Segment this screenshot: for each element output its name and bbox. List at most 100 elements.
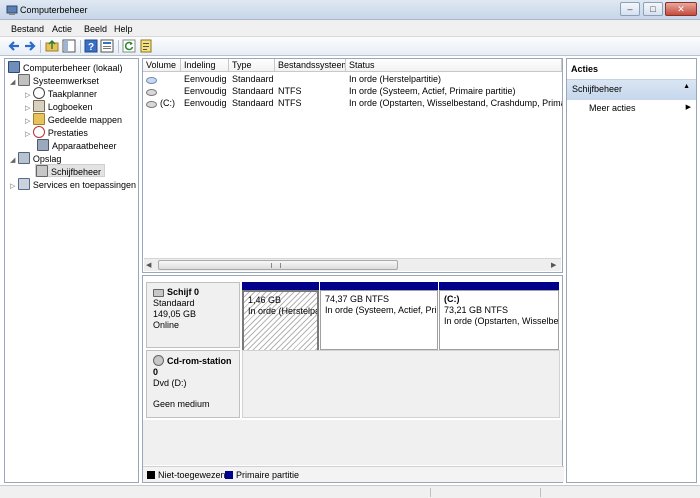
actions-pane: Acties Schijfbeheer ▲ Meer acties ▶ xyxy=(566,58,697,483)
storage-icon xyxy=(17,152,30,164)
tree-item-services[interactable]: ▷ Services en toepassingen xyxy=(10,178,136,191)
properties-icon[interactable] xyxy=(100,39,114,53)
refresh-icon[interactable] xyxy=(122,39,136,53)
expand-arrow-icon[interactable]: ▷ xyxy=(25,92,30,99)
table-row[interactable]: (C:) Eenvoudig Standaard NTFS In orde (O… xyxy=(143,97,562,109)
back-icon[interactable] xyxy=(7,39,21,53)
window-title: Computerbeheer xyxy=(20,5,88,15)
event-log-icon xyxy=(32,100,45,112)
tree-item-logboeken[interactable]: ▷ Logboeken xyxy=(25,100,92,113)
menu-bar: Bestand Actie Beeld Help xyxy=(0,20,700,37)
cdrom-0-info[interactable]: Cd-rom-station 0 Dvd (D:) Geen medium xyxy=(146,350,240,418)
volume-icon xyxy=(146,89,157,96)
column-header-indeling[interactable]: Indeling xyxy=(181,59,229,72)
legend-item-unallocated: Niet-toegewezen xyxy=(147,470,226,480)
svg-text:?: ? xyxy=(88,42,94,53)
grip-icon xyxy=(271,263,281,268)
volume-icon xyxy=(146,101,157,108)
clock-icon xyxy=(32,87,45,99)
up-folder-icon[interactable] xyxy=(45,39,59,53)
disk-size: 149,05 GB xyxy=(153,309,197,319)
computer-management-icon xyxy=(6,4,18,16)
column-header-bestandssysteem[interactable]: Bestandssysteem xyxy=(275,59,346,72)
tree-item-systeemwerkset[interactable]: ◢ Systeemwerkset xyxy=(10,74,99,87)
menu-actie[interactable]: Actie xyxy=(52,24,72,34)
tree-item-apparaatbeheer[interactable]: Apparaatbeheer xyxy=(37,139,117,152)
partition-system[interactable]: 74,37 GB NTFS In orde (Systeem, Actief, … xyxy=(320,282,438,350)
disk-type: Standaard xyxy=(153,298,195,308)
column-header-type[interactable]: Type xyxy=(229,59,275,72)
partition-c[interactable]: (C:) 73,21 GB NTFS In orde (Opstarten, W… xyxy=(439,282,559,350)
partition-size: 1,46 GB xyxy=(248,295,282,305)
disk-icon xyxy=(153,289,164,297)
show-hide-tree-icon[interactable] xyxy=(62,39,76,53)
volume-icon xyxy=(146,77,157,84)
status-divider xyxy=(430,488,431,497)
partition-recovery[interactable]: 1,46 GB In orde (Herstelpa xyxy=(242,282,319,352)
title-bar: Computerbeheer – □ ✕ xyxy=(0,0,700,20)
close-button[interactable]: ✕ xyxy=(665,2,697,16)
tree-item-schijfbeheer[interactable]: Schijfbeheer xyxy=(35,164,106,177)
cdrom-icon xyxy=(153,355,164,366)
table-row[interactable]: Eenvoudig Standaard NTFS In orde (Systee… xyxy=(143,85,562,97)
minimize-button[interactable]: – xyxy=(620,2,640,16)
disk-0-partitions: 1,46 GB In orde (Herstelpa 74,37 GB NTFS… xyxy=(242,282,560,352)
menu-beeld[interactable]: Beeld xyxy=(84,24,107,34)
partition-type-bar xyxy=(242,282,319,290)
partition-status: In orde (Systeem, Actief, Prim xyxy=(325,305,438,315)
collapse-arrow-icon[interactable]: ◢ xyxy=(10,79,15,86)
partition-label: (C:) xyxy=(444,294,460,304)
export-list-icon[interactable] xyxy=(139,39,153,53)
status-divider xyxy=(540,488,541,497)
toolbar-separator xyxy=(40,40,41,53)
expand-arrow-icon[interactable]: ▷ xyxy=(25,131,30,138)
volume-list: Volume Indeling Type Bestandssysteem Sta… xyxy=(142,58,563,273)
device-manager-icon xyxy=(37,139,49,151)
column-header-status[interactable]: Status xyxy=(346,59,562,72)
collapse-up-icon[interactable]: ▲ xyxy=(683,83,690,90)
disk-state: Online xyxy=(153,320,180,330)
tree-item-prestaties[interactable]: ▷ Prestaties xyxy=(25,126,88,139)
expand-arrow-icon[interactable]: ▷ xyxy=(10,183,15,190)
computer-icon xyxy=(8,61,20,73)
legend-swatch-blue xyxy=(225,471,233,479)
submenu-arrow-icon: ▶ xyxy=(685,104,691,111)
disk-graphical-view: Schijf 0 Standaard 149,05 GB Online 1,46… xyxy=(142,275,564,483)
legend-item-primary: Primaire partitie xyxy=(225,470,299,480)
menu-bestand[interactable]: Bestand xyxy=(11,24,44,34)
disk-name: Schijf 0 xyxy=(167,287,200,297)
cdrom-media: Geen medium xyxy=(153,399,210,409)
horizontal-scrollbar[interactable]: ◀ ▶ xyxy=(144,258,561,271)
forward-icon[interactable] xyxy=(23,39,37,53)
partition-status: In orde (Opstarten, Wisselbest xyxy=(444,316,559,326)
partition-size: 74,37 GB NTFS xyxy=(325,294,390,304)
empty-area xyxy=(143,420,562,465)
disk-management-icon xyxy=(36,165,48,177)
collapse-arrow-icon[interactable]: ◢ xyxy=(10,157,15,164)
performance-icon xyxy=(32,126,45,138)
legend: Niet-toegewezen Primaire partitie xyxy=(143,466,564,482)
partition-size: 73,21 GB NTFS xyxy=(444,305,509,315)
scroll-right-icon[interactable]: ▶ xyxy=(551,261,556,269)
actions-section-schijfbeheer[interactable]: Schijfbeheer ▲ xyxy=(567,80,696,100)
column-header-volume[interactable]: Volume xyxy=(143,59,181,72)
more-actions-item[interactable]: Meer acties ▶ xyxy=(567,100,696,117)
cdrom-type: Dvd (D:) xyxy=(153,378,187,388)
tree-item-taakplanner[interactable]: ▷ Taakplanner xyxy=(25,87,97,100)
scrollbar-thumb[interactable] xyxy=(158,260,398,270)
expand-arrow-icon[interactable]: ▷ xyxy=(25,105,30,112)
table-row[interactable]: Eenvoudig Standaard In orde (Herstelpart… xyxy=(143,73,562,85)
tree-item-computerbeheer[interactable]: Computerbeheer (lokaal) xyxy=(8,61,123,74)
help-icon[interactable]: ? xyxy=(84,39,98,53)
disk-0-info[interactable]: Schijf 0 Standaard 149,05 GB Online xyxy=(146,282,240,348)
toolbar-separator xyxy=(118,40,119,53)
maximize-button[interactable]: □ xyxy=(643,2,663,16)
menu-help[interactable]: Help xyxy=(114,24,133,34)
partition-type-bar xyxy=(320,282,438,290)
navigation-tree: Computerbeheer (lokaal) ◢ Systeemwerkset… xyxy=(4,58,139,483)
expand-arrow-icon[interactable]: ▷ xyxy=(25,118,30,125)
partition-status: In orde (Herstelpa xyxy=(248,306,319,316)
tree-item-gedeelde-mappen[interactable]: ▷ Gedeelde mappen xyxy=(25,113,122,126)
services-icon xyxy=(17,178,30,190)
scroll-left-icon[interactable]: ◀ xyxy=(146,261,151,269)
